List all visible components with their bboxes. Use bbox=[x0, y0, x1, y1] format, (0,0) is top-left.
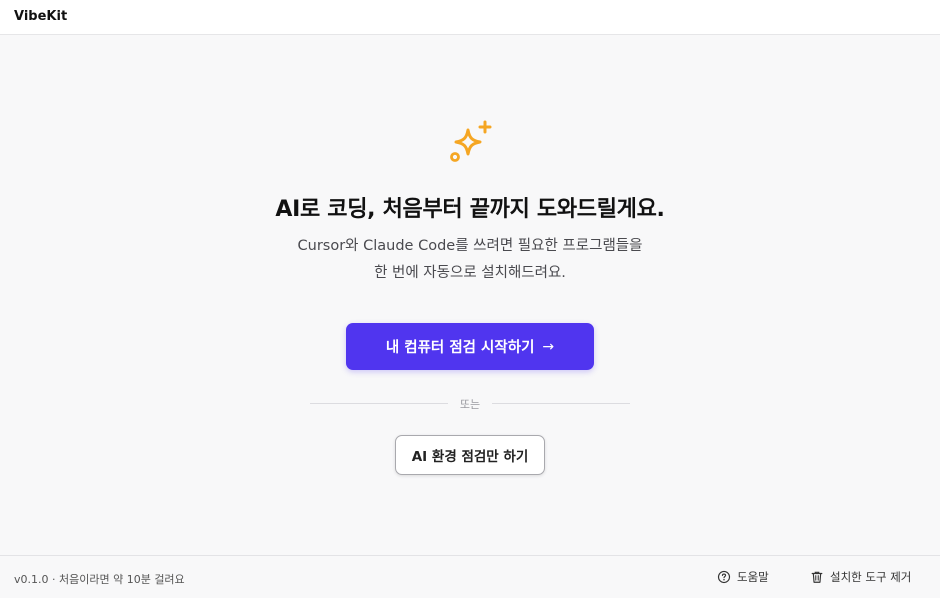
description-line-2: 한 번에 자동으로 설치해드려요. bbox=[374, 265, 566, 281]
remove-tools-label: 설치한 도구 제거 bbox=[830, 570, 912, 584]
or-divider: 또는 bbox=[310, 396, 630, 411]
divider-line-right bbox=[492, 403, 630, 404]
sparkles-icon bbox=[450, 120, 492, 162]
trash-icon bbox=[811, 571, 823, 583]
footer-bar: v0.1.0 · 처음이라면 약 10분 걸려요 도움말 설치한 도구 제거 bbox=[0, 555, 940, 598]
ai-env-check-button[interactable]: AI 환경 점검만 하기 bbox=[395, 435, 545, 475]
start-check-button[interactable]: 내 컴퓨터 점검 시작하기 → bbox=[346, 323, 594, 370]
page-title: AI로 코딩, 처음부터 끝까지 도와드릴게요. bbox=[275, 197, 665, 222]
help-circle-icon bbox=[717, 570, 731, 584]
version-text: v0.1.0 · 처음이라면 약 10분 걸려요 bbox=[14, 573, 185, 586]
description-line-1: Cursor와 Claude Code를 쓰려면 필요한 프로그램들을 bbox=[297, 238, 643, 254]
help-label: 도움말 bbox=[737, 570, 769, 584]
start-check-label: 내 컴퓨터 점검 시작하기 bbox=[385, 340, 535, 356]
divider-text: 또는 bbox=[459, 398, 481, 411]
arrow-right-icon: → bbox=[542, 338, 555, 355]
remove-tools-link[interactable]: 설치한 도구 제거 bbox=[810, 569, 911, 585]
title-bar: VibeKit bbox=[0, 0, 940, 35]
app-title: VibeKit bbox=[14, 9, 68, 24]
help-link[interactable]: 도움말 bbox=[717, 569, 769, 585]
page-description: Cursor와 Claude Code를 쓰려면 필요한 프로그램들을 한 번에… bbox=[0, 233, 940, 287]
